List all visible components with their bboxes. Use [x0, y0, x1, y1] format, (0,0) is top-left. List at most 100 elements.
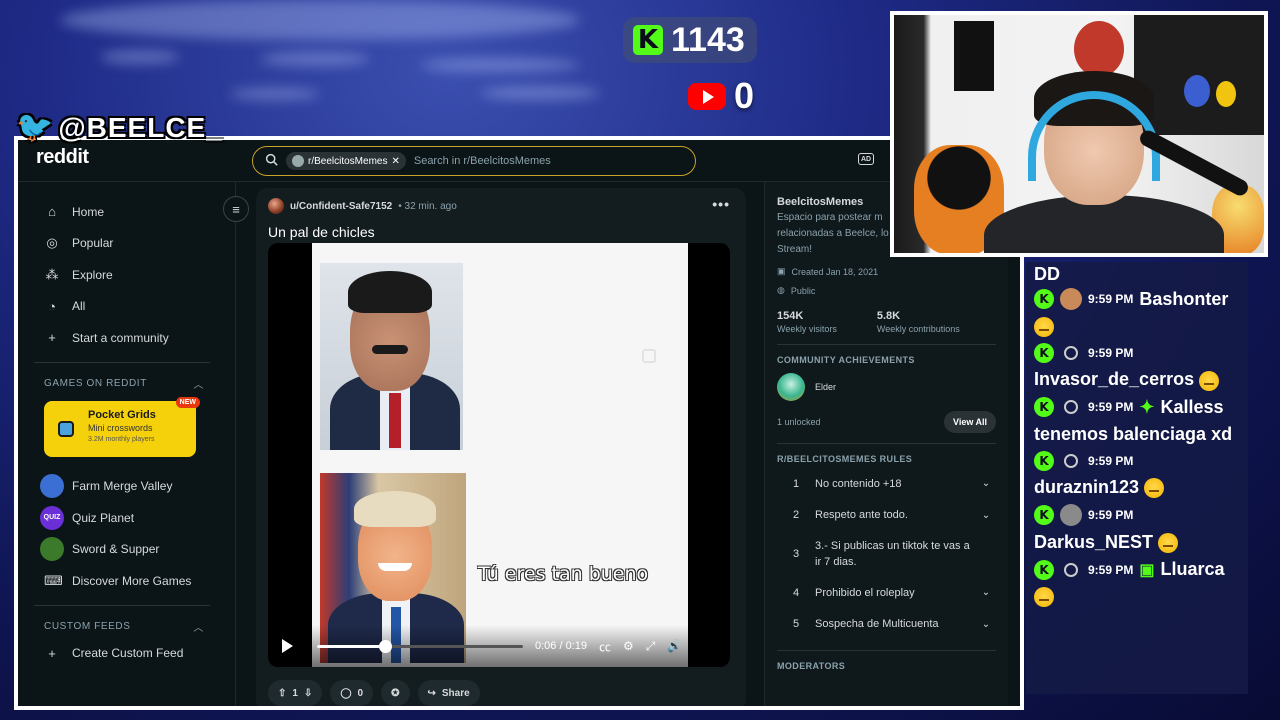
post-title[interactable]: Un pal de chicles — [268, 224, 734, 240]
chevron-down-icon[interactable]: ⌄ — [976, 510, 996, 521]
left-sidebar: ⌂ Home ◎ Popular ⁂ Explore ◔ All + Start… — [18, 182, 236, 706]
sidebar-item-start-community[interactable]: + Start a community — [44, 322, 219, 354]
weekly-contributions-value: 5.8K — [876, 310, 901, 322]
chip-close-icon[interactable]: ✕ — [391, 156, 399, 167]
community-visibility: ◍ Public — [777, 285, 996, 296]
photo-tie — [389, 393, 401, 448]
background-cloud — [260, 52, 370, 66]
chat-text: Invasor_de_cerros — [1034, 369, 1240, 391]
award-icon: ✪ — [391, 687, 400, 699]
webcam-figure — [1074, 21, 1124, 77]
rule-number: 3 — [793, 548, 800, 560]
sidebar-item-explore[interactable]: ⁂ Explore — [44, 259, 219, 291]
search-icon — [265, 153, 278, 169]
kick-badge-icon: K — [1034, 397, 1054, 417]
default-avatar-icon — [1064, 346, 1078, 361]
search-bar[interactable]: r/BeelcitosMemes ✕ Search in r/Beelcitos… — [252, 146, 696, 176]
hamburger-icon: ≡ — [232, 201, 240, 217]
video-player[interactable]: Tú eres tan bueno 0:06 / 0:19 ㏄ ⚙ ⤢ 🔊 — [268, 243, 730, 667]
sidebar-create-custom-feed[interactable]: + Create Custom Feed — [44, 638, 219, 670]
achievement-label: Elder — [815, 382, 837, 392]
sidebar-game-farm-merge-valley[interactable]: Farm Merge Valley — [40, 471, 219, 503]
captions-icon[interactable]: ㏄ — [599, 638, 611, 655]
section-divider — [777, 344, 996, 345]
webcam-figure — [1184, 75, 1210, 107]
youtube-viewer-counter: 0 — [680, 72, 762, 120]
search-subreddit-chip[interactable]: r/BeelcitosMemes ✕ — [286, 152, 406, 170]
comments-button[interactable]: ◯ 0 — [330, 680, 374, 706]
rule-item[interactable]: 1 No contenido +18 ⌄ — [777, 468, 996, 500]
upvote-icon[interactable]: ⇧ — [278, 688, 286, 699]
achievements-footer: 1 unlocked View All — [777, 411, 996, 433]
video-progress-bar[interactable] — [317, 639, 523, 653]
sidebar-item-popular[interactable]: ◎ Popular — [44, 228, 219, 260]
sidebar-toggle-button[interactable]: ≡ — [223, 196, 249, 222]
chat-text: tenemos balenciaga xd — [1034, 423, 1233, 444]
sidebar-item-label: Home — [72, 204, 105, 219]
chat-username: Kalless — [1160, 396, 1224, 417]
smirk-emoji-icon — [1158, 533, 1179, 553]
chevron-down-icon[interactable]: ⌄ — [976, 478, 996, 489]
rule-item[interactable]: 3 3.- Si publicas un tiktok te vas a ir … — [777, 531, 996, 577]
community-stats: 154K Weekly visitors 5.8K Weekly contrib… — [777, 310, 996, 334]
custom-feeds-title: CUSTOM FEEDS — [44, 621, 131, 632]
chevron-up-icon[interactable]: ︿ — [193, 619, 204, 634]
search-chip-label: r/BeelcitosMemes — [308, 155, 388, 167]
reddit-logo[interactable]: reddit — [36, 146, 89, 169]
gamepad-icon: ⌨ — [44, 572, 63, 588]
chat-text — [1034, 316, 1240, 338]
chat-time: 9:59 PM — [1088, 292, 1134, 306]
games-section-header[interactable]: GAMES ON REDDIT ︿ — [44, 373, 204, 395]
sidebar-item-all[interactable]: ◔ All — [44, 291, 219, 323]
community-created: ▣ Created Jan 18, 2021 — [777, 266, 996, 277]
chat-user-avatar — [1060, 288, 1082, 310]
weekly-visitors-label: Weekly visitors — [777, 324, 837, 334]
award-button[interactable]: ✪ — [381, 680, 410, 706]
rule-text: Sospecha de Multicuenta — [815, 618, 939, 631]
video-time: 0:06 / 0:19 — [535, 640, 587, 652]
subreddit-avatar — [292, 155, 304, 167]
sidebar-item-home[interactable]: ⌂ Home — [44, 196, 219, 228]
game-avatar: QUIZ — [40, 505, 64, 530]
share-button[interactable]: ↪ Share — [417, 680, 480, 706]
reddit-header: reddit r/BeelcitosMemes ✕ Search in r/Be… — [18, 140, 1020, 182]
popular-icon: ◎ — [46, 235, 58, 251]
chevron-up-icon[interactable]: ︿ — [193, 376, 204, 391]
achievement-item[interactable]: Elder — [777, 373, 996, 401]
sidebar-game-sword-supper[interactable]: Sword & Supper — [40, 534, 219, 566]
advertise-icon[interactable]: AD — [858, 153, 874, 165]
settings-gear-icon[interactable]: ⚙ — [623, 639, 634, 653]
post-author[interactable]: u/Confident-Safe7152 — [290, 201, 392, 212]
kick-badge-icon: K — [1034, 343, 1054, 364]
chevron-down-icon[interactable]: ⌄ — [976, 587, 996, 598]
comment-count: 0 — [357, 687, 364, 699]
fullscreen-icon[interactable]: ⤢ — [646, 639, 656, 654]
more-options-icon[interactable]: ••• — [712, 196, 730, 212]
cake-icon: ▣ — [777, 266, 786, 276]
chat-time: 9:59 PM — [1088, 400, 1134, 414]
search-placeholder[interactable]: Search in r/BeelcitosMemes — [414, 155, 551, 167]
view-all-button[interactable]: View All — [943, 411, 996, 433]
kick-badge-icon: K — [1034, 289, 1054, 309]
video-progress-knob[interactable] — [378, 639, 392, 653]
smirk-emoji-icon — [1034, 317, 1054, 338]
moderators-header: MODERATORS — [777, 661, 846, 671]
play-icon[interactable] — [282, 639, 293, 653]
post-card: u/Confident-Safe7152 • 32 min. ago ••• U… — [256, 188, 746, 706]
rule-number: 2 — [793, 509, 800, 522]
sidebar-game-quiz-planet[interactable]: QUIZ Quiz Planet — [40, 502, 219, 534]
volume-icon[interactable]: 🔊 — [667, 639, 682, 653]
featured-game-card[interactable]: Pocket Grids Mini crosswords 3.2M monthl… — [44, 396, 200, 457]
chevron-down-icon[interactable]: ⌄ — [976, 619, 996, 630]
user-avatar[interactable] — [268, 198, 284, 214]
rule-item[interactable]: 5 Sospecha de Multicuenta ⌄ — [777, 609, 996, 641]
downvote-icon[interactable]: ⇩ — [304, 688, 312, 699]
rule-item[interactable]: 2 Respeto ante todo. ⌄ — [777, 500, 996, 532]
webcam-poster — [954, 21, 994, 91]
elder-badge-icon — [777, 373, 805, 401]
photo-mustache — [372, 345, 408, 354]
sidebar-discover-games[interactable]: ⌨ Discover More Games — [44, 565, 219, 597]
rule-item[interactable]: 4 Prohibido el roleplay ⌄ — [777, 577, 996, 609]
featured-game-meta: 3.2M monthly players — [88, 435, 155, 443]
custom-feeds-section-header[interactable]: CUSTOM FEEDS ︿ — [44, 616, 204, 638]
